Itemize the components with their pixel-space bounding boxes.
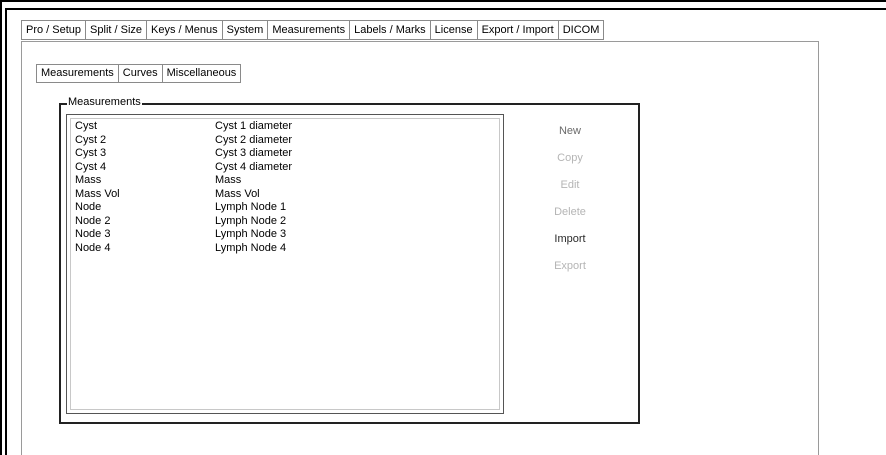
sub-tab-strip: Measurements Curves Miscellaneous (36, 64, 242, 83)
measurement-description: Lymph Node 2 (215, 214, 287, 227)
list-item[interactable]: Mass Vol Mass Vol (75, 188, 503, 202)
tab-labels-marks[interactable]: Labels / Marks (349, 20, 430, 40)
copy-button[interactable]: Copy (520, 144, 620, 171)
tab-split-size[interactable]: Split / Size (85, 20, 147, 40)
list-item[interactable]: Node 3 Lymph Node 3 (75, 228, 503, 242)
measurement-list: Cyst Cyst 1 diameter Cyst 2 Cyst 2 diamete… (75, 120, 503, 255)
tab-system[interactable]: System (221, 20, 268, 40)
top-tab-strip: Pro / Setup Split / Size Keys / Menus Sy… (21, 20, 605, 40)
list-item[interactable]: Node 2 Lymph Node 2 (75, 215, 503, 229)
tab-export-import[interactable]: Export / Import (476, 20, 558, 40)
subtab-measurements[interactable]: Measurements (36, 64, 118, 83)
list-item[interactable]: Node 4 Lymph Node 4 (75, 242, 503, 256)
measurement-name: Node 4 (75, 241, 111, 254)
measurement-name: Node (75, 201, 102, 213)
list-item[interactable]: Mass Mass (75, 174, 503, 188)
frame-edge-top (5, 8, 886, 10)
tab-pro-setup[interactable]: Pro / Setup (21, 20, 86, 40)
measurement-name: Cyst 2 (75, 133, 107, 146)
tab-measurements[interactable]: Measurements (267, 20, 350, 40)
list-item[interactable]: Cyst 2 Cyst 2 diameter (75, 134, 503, 148)
measurement-description: Mass (215, 174, 242, 186)
measurements-listbox[interactable]: Cyst Cyst 1 diameter Cyst 2 Cyst 2 diamete… (66, 114, 504, 414)
tab-keys-menus[interactable]: Keys / Menus (146, 20, 222, 40)
measurement-description: Cyst 4 diameter (215, 160, 293, 173)
tab-dicom[interactable]: DICOM (557, 20, 605, 40)
measurement-description: Lymph Node 4 (215, 241, 287, 254)
edit-button[interactable]: Edit (520, 171, 620, 198)
tab-license[interactable]: License (429, 20, 477, 40)
list-item[interactable]: Node Lymph Node 1 (75, 201, 503, 215)
measurement-name: Cyst 3 (75, 147, 107, 159)
frame-edge-left (5, 8, 7, 455)
delete-button[interactable]: Delete (520, 198, 620, 225)
groupbox-title: Measurements (67, 96, 142, 109)
list-item[interactable]: Cyst 3 Cyst 3 diameter (75, 147, 503, 161)
new-button[interactable]: New (520, 117, 620, 144)
measurement-description: Lymph Node 1 (215, 201, 287, 213)
import-button[interactable]: Import (520, 225, 620, 252)
action-buttons: New Copy Edit Delete Import Export (520, 117, 620, 279)
subtab-miscellaneous[interactable]: Miscellaneous (161, 64, 242, 83)
list-item[interactable]: Cyst 4 Cyst 4 diameter (75, 161, 503, 175)
measurement-description: Lymph Node 3 (215, 228, 287, 240)
measurement-description: Cyst 3 diameter (215, 147, 293, 159)
measurement-name: Mass Vol (75, 187, 120, 200)
measurement-name: Cyst (75, 120, 97, 132)
measurement-name: Node 2 (75, 214, 111, 227)
measurement-name: Mass (75, 174, 102, 186)
measurement-name: Node 3 (75, 228, 111, 240)
measurement-description: Cyst 2 diameter (215, 133, 293, 146)
measurement-name: Cyst 4 (75, 160, 107, 173)
measurement-description: Cyst 1 diameter (215, 120, 293, 132)
export-button[interactable]: Export (520, 252, 620, 279)
list-item[interactable]: Cyst Cyst 1 diameter (75, 120, 503, 134)
measurement-description: Mass Vol (215, 187, 260, 200)
subtab-curves[interactable]: Curves (117, 64, 162, 83)
